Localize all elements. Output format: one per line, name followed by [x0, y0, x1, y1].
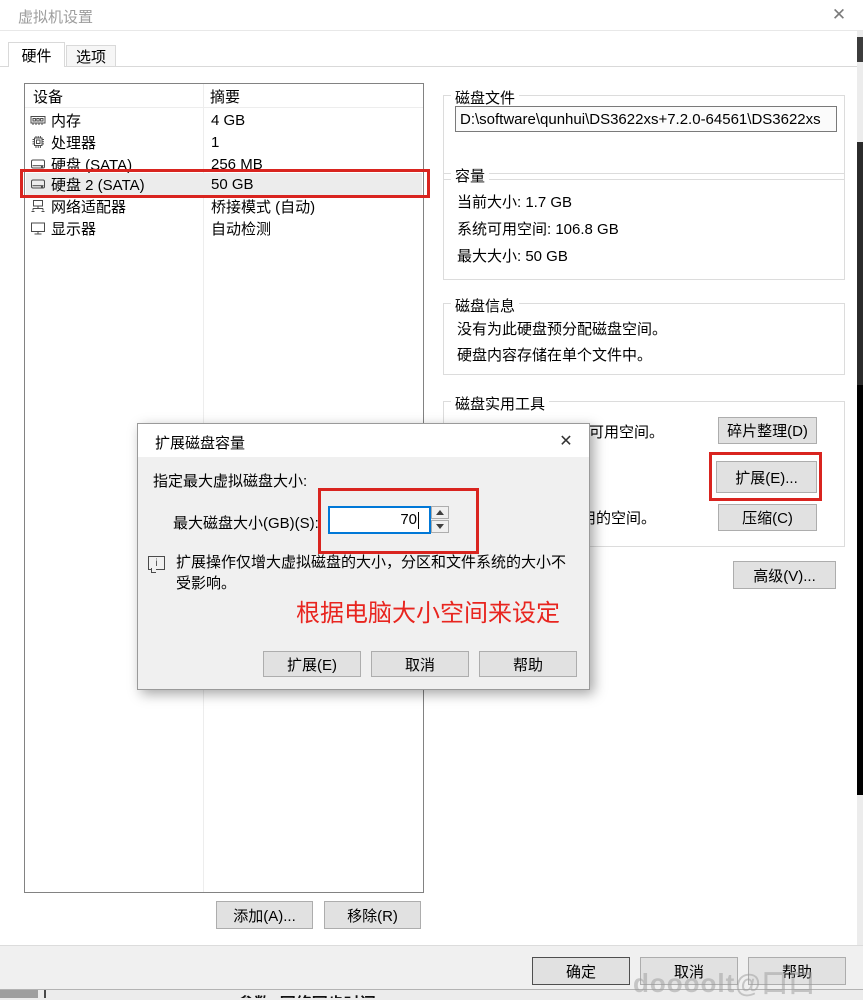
disk-file-path-field[interactable]: D:\software\qunhui\DS3622xs+7.2.0-64561\…	[455, 106, 837, 132]
cancel-button[interactable]: 取消	[640, 957, 738, 985]
disk-icon	[30, 177, 48, 191]
tab-hardware[interactable]: 硬件	[8, 42, 65, 67]
disk-size-stepper	[431, 506, 449, 534]
tab-strip-line	[0, 66, 857, 67]
virtual-machine-settings-window: 虚拟机设置 ✕ 硬件 选项 设备 摘要 内存 4 GB 处理器 1	[0, 0, 863, 998]
red-annotation-text: 根据电脑大小空间来设定	[296, 593, 560, 628]
device-name: 显示器	[51, 218, 96, 239]
arrow-down-icon	[436, 524, 444, 529]
capacity-free: 系统可用空间: 106.8 GB	[457, 218, 619, 239]
device-row-memory[interactable]: 内存 4 GB	[26, 109, 422, 131]
device-name: 处理器	[51, 132, 96, 153]
device-summary: 桥接模式 (自动)	[211, 196, 315, 217]
disk-size-value: 70	[400, 511, 417, 528]
display-icon	[30, 221, 48, 235]
disk-info-line1: 没有为此硬盘预分配磁盘空间。	[457, 318, 667, 339]
expand-button[interactable]: 扩展(E)...	[716, 461, 817, 493]
device-row-processor[interactable]: 处理器 1	[26, 131, 422, 153]
column-header-device[interactable]: 设备	[33, 86, 63, 107]
compact-button[interactable]: 压缩(C)	[718, 504, 817, 531]
disk-info-line2: 硬盘内容存储在单个文件中。	[457, 344, 652, 365]
spin-up-button[interactable]	[431, 506, 449, 519]
dialog-cancel-button[interactable]: 取消	[371, 651, 469, 677]
remove-button[interactable]: 移除(R)	[324, 901, 421, 929]
device-name: 硬盘 2 (SATA)	[51, 174, 145, 195]
add-button[interactable]: 添加(A)...	[216, 901, 313, 929]
device-row-network[interactable]: 网络适配器 桥接模式 (自动)	[26, 195, 422, 217]
dialog-prompt: 指定最大虚拟磁盘大小:	[153, 470, 307, 491]
cpu-icon	[30, 135, 48, 149]
capacity-group-label: 容量	[451, 165, 489, 186]
device-summary: 1	[211, 134, 219, 151]
capacity-max: 最大大小: 50 GB	[457, 245, 568, 266]
advanced-button[interactable]: 高级(V)...	[733, 561, 836, 589]
help-button[interactable]: 帮助	[748, 957, 846, 985]
device-summary: 4 GB	[211, 112, 245, 129]
background-window-sliver	[857, 142, 863, 385]
disk-size-label: 最大磁盘大小(GB)(S):	[173, 512, 319, 533]
device-row-disk2-selected[interactable]: 硬盘 2 (SATA) 50 GB	[26, 173, 422, 195]
device-name: 网络适配器	[51, 196, 126, 217]
device-summary: 自动检测	[211, 218, 271, 239]
compact-text-fragment: 用的空间。	[581, 507, 656, 528]
text-caret	[418, 512, 419, 529]
background-strip-divider	[44, 990, 46, 998]
device-name: 内存	[51, 110, 81, 131]
dialog-help-button[interactable]: 帮助	[479, 651, 577, 677]
device-name: 硬盘 (SATA)	[51, 154, 132, 175]
dialog-info-text: 扩展操作仅增大虚拟磁盘的大小，分区和文件系统的大小不受影响。	[176, 552, 578, 594]
window-title: 虚拟机设置	[18, 6, 93, 27]
defragment-button[interactable]: 碎片整理(D)	[718, 417, 817, 444]
column-header-summary[interactable]: 摘要	[210, 86, 240, 107]
background-window-sliver	[857, 37, 863, 62]
disk-info-group-label: 磁盘信息	[451, 295, 519, 316]
dialog-expand-button[interactable]: 扩展(E)	[263, 651, 361, 677]
disk-utilities-group-label: 磁盘实用工具	[451, 393, 549, 414]
dialog-close-icon[interactable]: ✕	[555, 430, 577, 452]
disk-file-group-label: 磁盘文件	[451, 87, 519, 108]
device-summary: 256 MB	[211, 156, 263, 173]
disk-size-input[interactable]: 70	[328, 506, 431, 534]
expand-disk-capacity-dialog: 扩展磁盘容量 ✕ 指定最大虚拟磁盘大小: 最大磁盘大小(GB)(S): 70 i…	[137, 423, 590, 690]
spin-down-button[interactable]	[431, 520, 449, 533]
device-row-disk1[interactable]: 硬盘 (SATA) 256 MB	[26, 153, 422, 175]
disk-icon	[30, 157, 48, 171]
device-summary: 50 GB	[211, 176, 254, 193]
tab-options[interactable]: 选项	[66, 45, 116, 67]
network-adapter-icon	[30, 199, 48, 213]
background-window-sliver	[857, 385, 863, 795]
dialog-title: 扩展磁盘容量	[155, 432, 245, 453]
info-icon: i	[148, 556, 165, 570]
capacity-current: 当前大小: 1.7 GB	[457, 191, 572, 212]
header-separator	[25, 107, 423, 108]
arrow-up-icon	[436, 510, 444, 515]
device-row-display[interactable]: 显示器 自动检测	[26, 217, 422, 239]
background-strip-block	[0, 990, 38, 998]
memory-icon	[30, 113, 48, 127]
background-clipped-text: 参数: 网络同步时间	[238, 990, 538, 998]
ok-button[interactable]: 确定	[532, 957, 630, 985]
window-close-icon[interactable]: ✕	[827, 3, 851, 27]
window-titlebar	[0, 0, 863, 31]
defrag-text-fragment: 可用空间。	[589, 421, 664, 442]
